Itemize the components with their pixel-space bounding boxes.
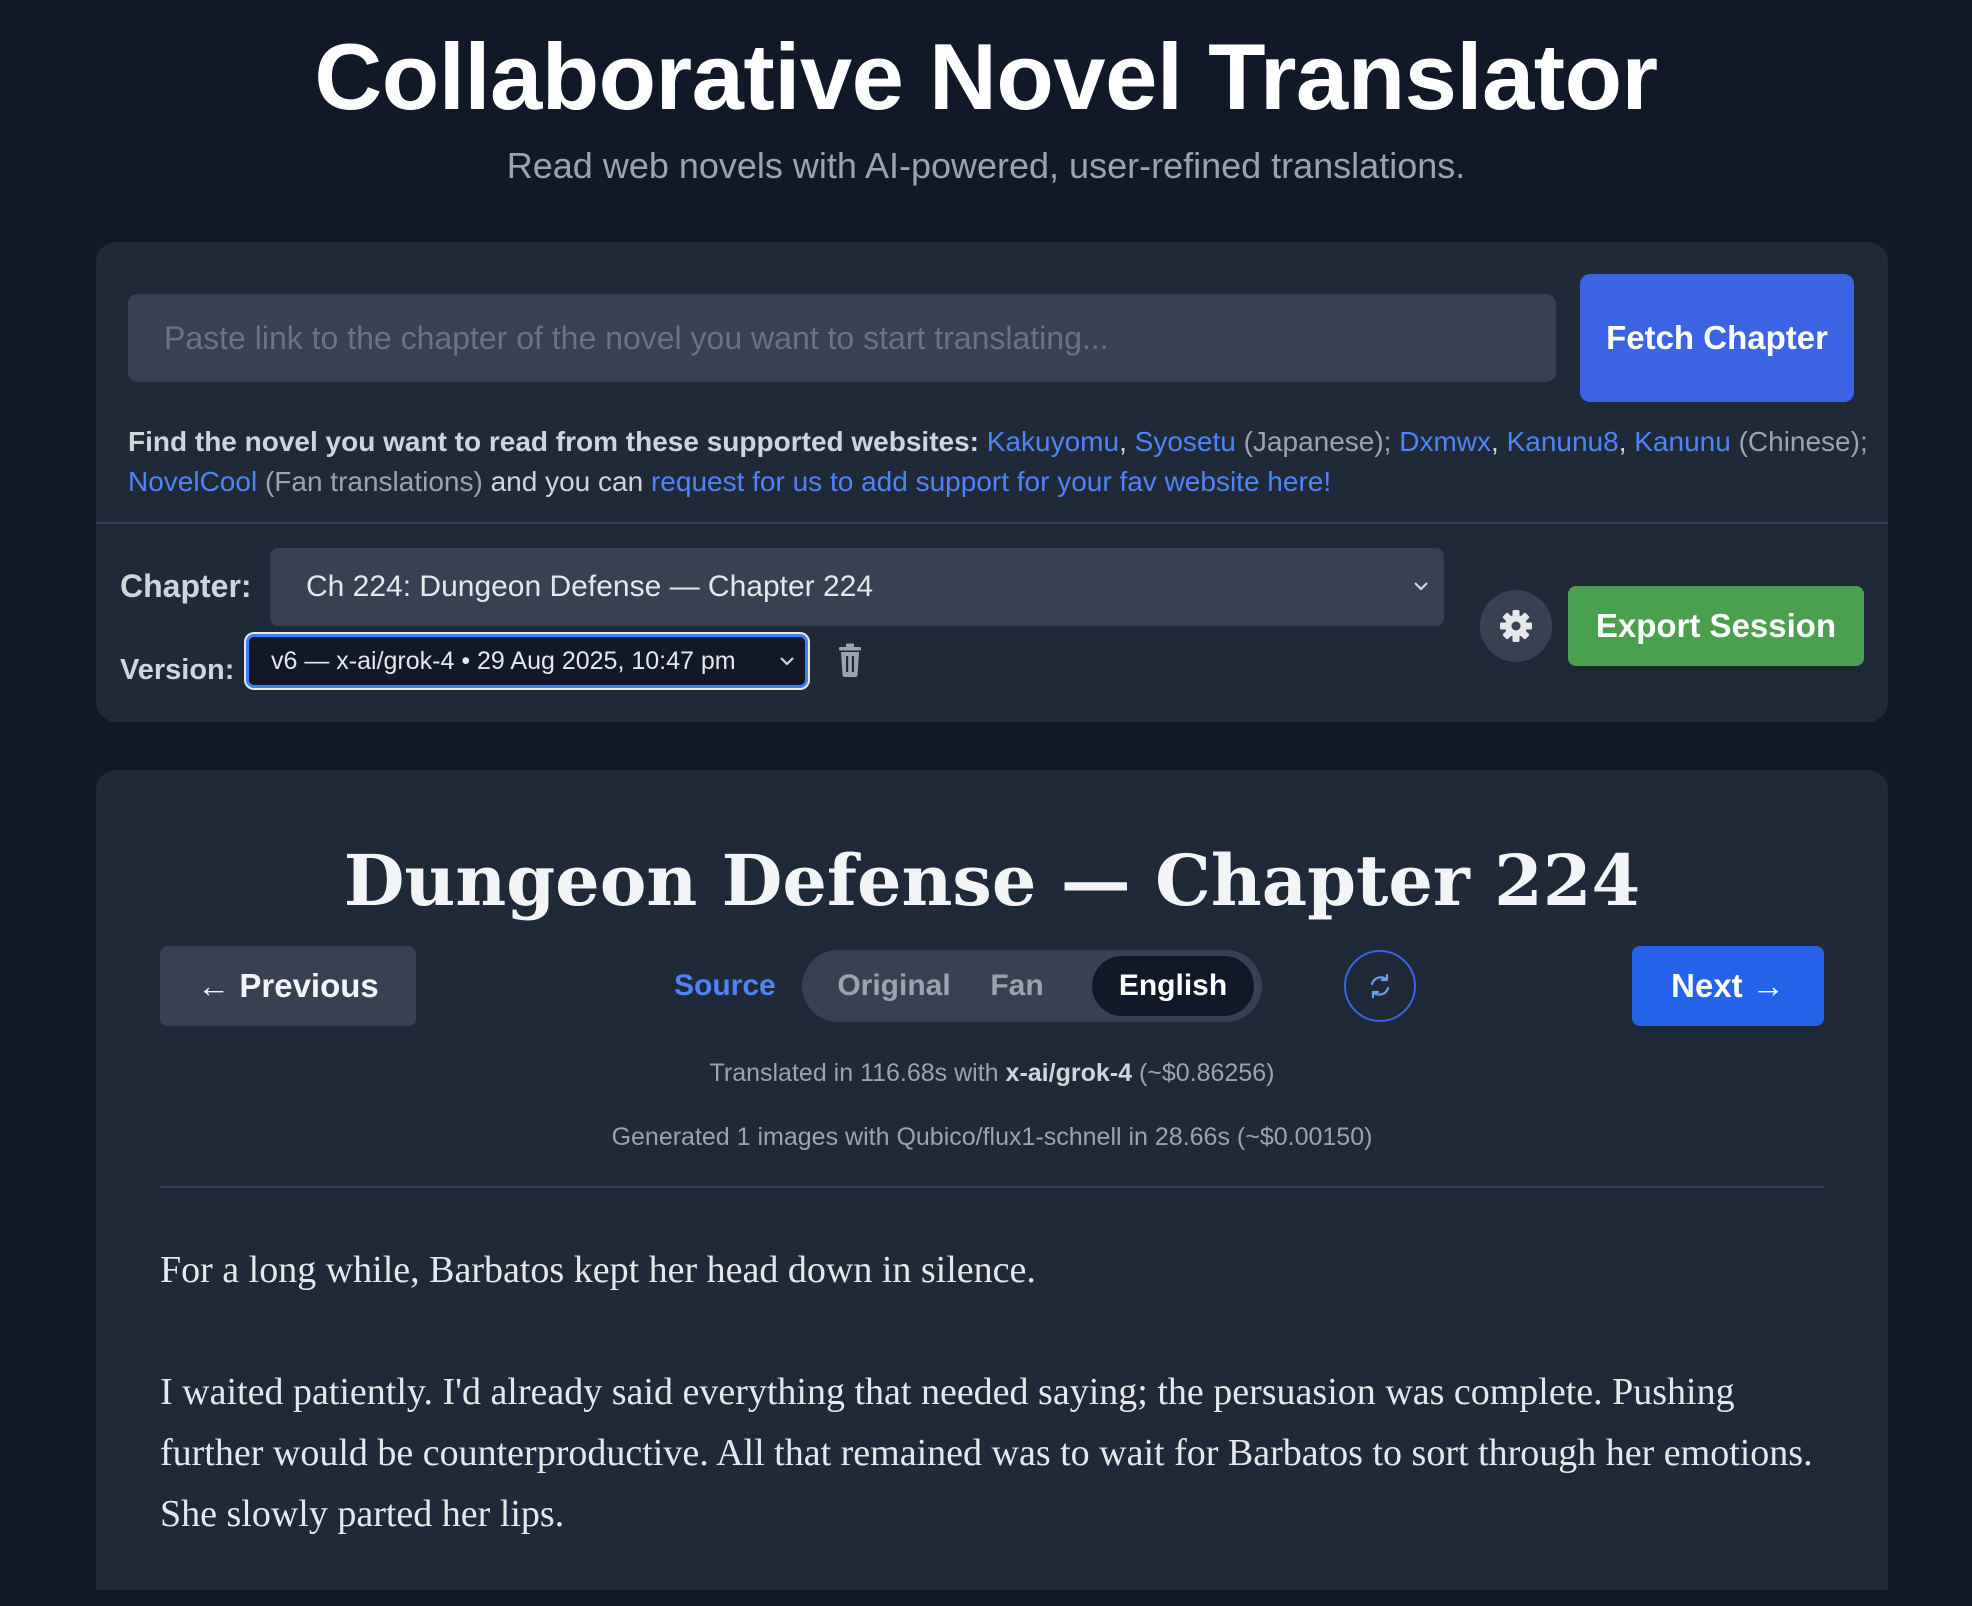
supported-lead: Find the novel you want to read from the… [128, 426, 979, 457]
request-support-link[interactable]: request for us to add support for your f… [651, 466, 1331, 497]
chevron-down-icon [779, 637, 795, 702]
link-syosetu[interactable]: Syosetu [1135, 426, 1236, 457]
chevron-down-icon [1412, 548, 1430, 656]
translation-time: Translated in 116.68s with [709, 1059, 999, 1087]
link-dxmwx[interactable]: Dxmwx [1399, 426, 1491, 457]
previous-chapter-button[interactable]: ← Previous [160, 946, 416, 1026]
session-controls: Chapter: Ch 224: Dungeon Defense — Chapt… [96, 524, 1888, 722]
chapter-label: Chapter: [120, 568, 252, 604]
language-mode-toggle: Original Fan English [802, 950, 1262, 1022]
refresh-icon [1370, 973, 1390, 999]
translation-model: x-ai/grok-4 [1005, 1059, 1132, 1087]
export-session-button[interactable]: Export Session [1568, 586, 1864, 666]
version-select[interactable]: v6 — x-ai/grok-4 • 29 Aug 2025, 10:47 pm [246, 634, 808, 688]
app-title: Collaborative Novel Translator [314, 24, 1658, 129]
translation-cost: (~$0.86256) [1138, 1059, 1275, 1087]
chapter-url-input[interactable] [128, 294, 1556, 382]
translation-meta: Translated in 116.68s with x-ai/grok-4 (… [96, 1056, 1888, 1090]
fetch-panel: Fetch Chapter Find the novel you want to… [96, 242, 1888, 722]
reader-divider [160, 1186, 1824, 1188]
image-generation-meta: Generated 1 images with Qubico/flux1-sch… [611, 1123, 1373, 1151]
and-text: and you can [490, 466, 644, 497]
link-novelcool[interactable]: NovelCool [128, 466, 257, 497]
mode-english[interactable]: English [1092, 956, 1254, 1016]
version-select-value: v6 — x-ai/grok-4 • 29 Aug 2025, 10:47 pm [271, 647, 736, 675]
link-kakuyomu[interactable]: Kakuyomu [987, 426, 1119, 457]
reader-panel: Dungeon Defense — Chapter 224 ← Previous… [96, 770, 1888, 1590]
link-kanunu8[interactable]: Kanunu8 [1507, 426, 1619, 457]
next-chapter-button[interactable]: Next → [1632, 946, 1824, 1026]
source-link[interactable]: Source [674, 966, 776, 1006]
supported-websites-text: Find the novel you want to read from the… [128, 426, 1868, 497]
chapter-select-value: Ch 224: Dungeon Defense — Chapter 224 [306, 570, 874, 603]
chapter-heading: Dungeon Defense — Chapter 224 [343, 839, 1641, 922]
trash-icon [839, 643, 861, 677]
fan-note: (Fan translations) [264, 466, 483, 497]
delete-version-button[interactable] [836, 642, 864, 678]
chapter-select[interactable]: Ch 224: Dungeon Defense — Chapter 224 [270, 548, 1444, 626]
chapter-body: For a long while, Barbatos kept her head… [160, 1240, 1824, 1606]
version-label: Version: [120, 654, 235, 686]
gear-icon [1500, 610, 1532, 642]
link-kanunu[interactable]: Kanunu [1634, 426, 1731, 457]
mode-original[interactable]: Original [822, 956, 966, 1016]
retranslate-button[interactable] [1344, 950, 1416, 1022]
story-paragraph: For a long while, Barbatos kept her head… [160, 1249, 1036, 1291]
japanese-note: (Japanese); [1243, 426, 1392, 457]
settings-button[interactable] [1480, 590, 1552, 662]
fetch-chapter-button[interactable]: Fetch Chapter [1580, 274, 1854, 402]
chinese-note: (Chinese); [1738, 426, 1868, 457]
mode-fan[interactable]: Fan [972, 956, 1062, 1016]
app-subtitle: Read web novels with AI-powered, user-re… [506, 145, 1466, 186]
story-paragraph: I waited patiently. I'd already said eve… [160, 1371, 1813, 1535]
